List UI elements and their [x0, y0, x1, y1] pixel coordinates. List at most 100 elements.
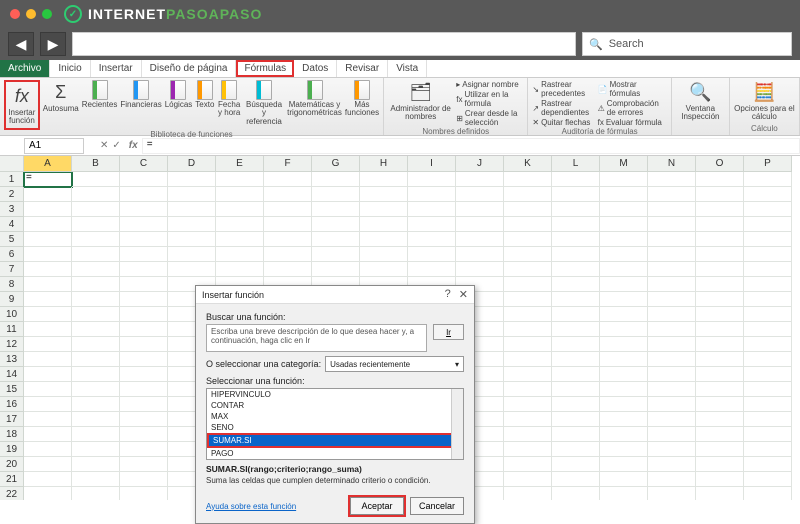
- cell[interactable]: [72, 352, 120, 367]
- cell[interactable]: [168, 262, 216, 277]
- cell[interactable]: [744, 352, 792, 367]
- cell[interactable]: [504, 217, 552, 232]
- cell[interactable]: [504, 187, 552, 202]
- cell[interactable]: [456, 262, 504, 277]
- cell[interactable]: [600, 457, 648, 472]
- cell[interactable]: [120, 187, 168, 202]
- cell[interactable]: [648, 277, 696, 292]
- cell[interactable]: [72, 442, 120, 457]
- logical-button[interactable]: Lógicas: [165, 80, 193, 109]
- cell[interactable]: [72, 247, 120, 262]
- cell[interactable]: [696, 322, 744, 337]
- cell[interactable]: [216, 247, 264, 262]
- cell[interactable]: [456, 232, 504, 247]
- cell[interactable]: [24, 202, 72, 217]
- cell[interactable]: [600, 472, 648, 487]
- cell[interactable]: [696, 397, 744, 412]
- cell[interactable]: [72, 217, 120, 232]
- more-button[interactable]: Más funciones: [345, 80, 379, 118]
- cell[interactable]: [696, 367, 744, 382]
- cell[interactable]: [696, 172, 744, 187]
- cell[interactable]: [72, 397, 120, 412]
- cell[interactable]: [600, 382, 648, 397]
- cell[interactable]: [24, 472, 72, 487]
- row-header[interactable]: 21: [0, 472, 24, 487]
- cell[interactable]: [264, 187, 312, 202]
- url-bar[interactable]: [72, 32, 576, 56]
- tab-formulas[interactable]: Fórmulas: [236, 60, 294, 77]
- cell[interactable]: [744, 232, 792, 247]
- row-header[interactable]: 8: [0, 277, 24, 292]
- cell[interactable]: [120, 457, 168, 472]
- row-header[interactable]: 3: [0, 202, 24, 217]
- cell[interactable]: [696, 457, 744, 472]
- cell[interactable]: [600, 337, 648, 352]
- select-all-corner[interactable]: [0, 156, 24, 172]
- cell[interactable]: [120, 247, 168, 262]
- cell[interactable]: [360, 202, 408, 217]
- cell[interactable]: [600, 322, 648, 337]
- cell[interactable]: [24, 487, 72, 500]
- row-header[interactable]: 1: [0, 172, 24, 187]
- cell[interactable]: [552, 322, 600, 337]
- cell[interactable]: [456, 187, 504, 202]
- cell[interactable]: [456, 247, 504, 262]
- scrollbar[interactable]: [451, 389, 463, 459]
- name-manager-button[interactable]: 🗂 Administrador de nombres: [388, 80, 453, 122]
- cell[interactable]: [696, 427, 744, 442]
- cell[interactable]: [456, 202, 504, 217]
- cell[interactable]: [744, 457, 792, 472]
- cell[interactable]: [600, 367, 648, 382]
- cell[interactable]: [600, 487, 648, 500]
- cell[interactable]: [552, 247, 600, 262]
- cell[interactable]: [120, 307, 168, 322]
- cell[interactable]: [24, 217, 72, 232]
- cell[interactable]: [696, 262, 744, 277]
- cell[interactable]: [120, 172, 168, 187]
- row-header[interactable]: 10: [0, 307, 24, 322]
- text-button[interactable]: Texto: [195, 80, 214, 109]
- cell[interactable]: [216, 217, 264, 232]
- calc-options-button[interactable]: 🧮 Opciones para el cálculo: [734, 80, 795, 122]
- cell[interactable]: [312, 247, 360, 262]
- math-button[interactable]: Matemáticas y trigonométricas: [287, 80, 342, 118]
- cell[interactable]: [744, 472, 792, 487]
- cell[interactable]: [168, 202, 216, 217]
- cell[interactable]: [552, 307, 600, 322]
- function-list-item[interactable]: SENO: [207, 422, 463, 433]
- cell[interactable]: [744, 382, 792, 397]
- cell[interactable]: [504, 262, 552, 277]
- cell[interactable]: [216, 172, 264, 187]
- cell[interactable]: [648, 292, 696, 307]
- cell[interactable]: [648, 487, 696, 500]
- cell[interactable]: [552, 217, 600, 232]
- cell[interactable]: [360, 262, 408, 277]
- cell[interactable]: [744, 487, 792, 500]
- cell[interactable]: [696, 472, 744, 487]
- cell[interactable]: [24, 292, 72, 307]
- tab-archivo[interactable]: Archivo: [0, 60, 50, 77]
- cell[interactable]: [504, 307, 552, 322]
- trace-dependents-button[interactable]: ↗ Rastrear dependientes: [532, 99, 594, 117]
- function-list-item[interactable]: CONTAR: [207, 400, 463, 411]
- row-header[interactable]: 6: [0, 247, 24, 262]
- search-function-input[interactable]: Escriba una breve descripción de lo que …: [206, 324, 427, 352]
- cell[interactable]: [504, 292, 552, 307]
- cell[interactable]: [24, 412, 72, 427]
- cell[interactable]: [600, 412, 648, 427]
- function-listbox[interactable]: HIPERVINCULOCONTARMAXSENOSUMAR.SIPAGODES…: [206, 388, 464, 460]
- cell[interactable]: [24, 262, 72, 277]
- cell[interactable]: [408, 262, 456, 277]
- cell[interactable]: [120, 427, 168, 442]
- cell[interactable]: [648, 337, 696, 352]
- category-select[interactable]: Usadas recientemente ▾: [325, 356, 464, 372]
- cell[interactable]: [552, 277, 600, 292]
- cell[interactable]: [72, 292, 120, 307]
- autosum-button[interactable]: Σ Autosuma: [43, 80, 79, 113]
- cell[interactable]: [408, 202, 456, 217]
- cell[interactable]: [456, 217, 504, 232]
- cell[interactable]: [72, 382, 120, 397]
- cell[interactable]: [216, 187, 264, 202]
- search-box[interactable]: 🔍 Search: [582, 32, 792, 56]
- cell[interactable]: [552, 367, 600, 382]
